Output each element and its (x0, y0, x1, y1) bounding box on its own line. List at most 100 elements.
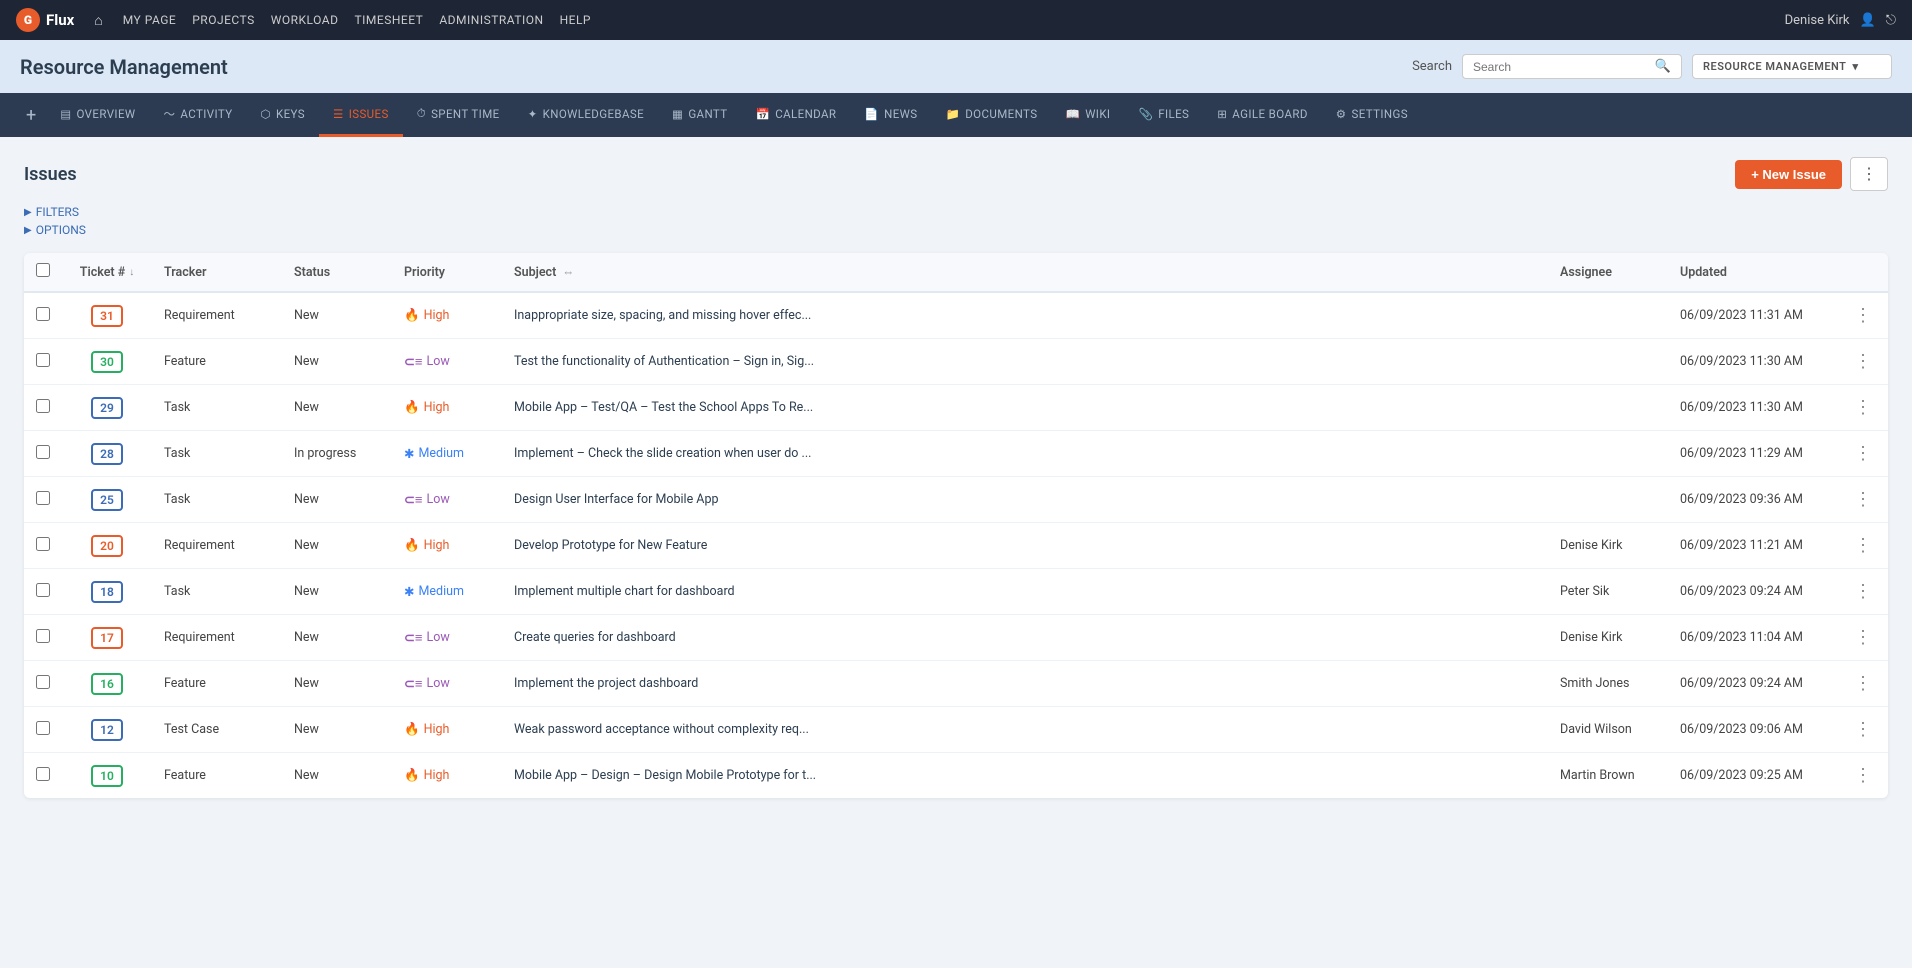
th-ticket[interactable]: Ticket # ↓ (62, 253, 152, 292)
row-subject-cell[interactable]: Design User Interface for Mobile App (502, 477, 1548, 523)
row-checkbox[interactable] (36, 537, 50, 551)
row-actions-cell[interactable]: ⋮ (1838, 523, 1888, 569)
row-actions-cell[interactable]: ⋮ (1838, 707, 1888, 753)
subnav-item-gantt[interactable]: ▦GANTT (658, 93, 741, 137)
row-checkbox[interactable] (36, 445, 50, 459)
row-checkbox-cell[interactable] (24, 615, 62, 661)
row-checkbox-cell[interactable] (24, 477, 62, 523)
row-subject-cell[interactable]: Implement the project dashboard (502, 661, 1548, 707)
subject-text[interactable]: Implement – Check the slide creation whe… (514, 446, 811, 461)
row-actions-button[interactable]: ⋮ (1850, 717, 1876, 742)
home-icon[interactable]: ⌂ (94, 12, 102, 29)
nav-link-projects[interactable]: PROJECTS (192, 13, 255, 27)
row-checkbox[interactable] (36, 307, 50, 321)
subnav-item-activity[interactable]: 〜ACTIVITY (150, 93, 247, 137)
row-actions-cell[interactable]: ⋮ (1838, 385, 1888, 431)
row-actions-cell[interactable]: ⋮ (1838, 431, 1888, 477)
row-actions-button[interactable]: ⋮ (1850, 625, 1876, 650)
row-checkbox-cell[interactable] (24, 707, 62, 753)
nav-link-my-page[interactable]: MY PAGE (123, 13, 177, 27)
row-actions-button[interactable]: ⋮ (1850, 671, 1876, 696)
row-checkbox-cell[interactable] (24, 385, 62, 431)
row-subject-cell[interactable]: Mobile App – Test/QA – Test the School A… (502, 385, 1548, 431)
row-actions-cell[interactable]: ⋮ (1838, 477, 1888, 523)
row-checkbox-cell[interactable] (24, 292, 62, 339)
row-actions-cell[interactable]: ⋮ (1838, 339, 1888, 385)
ticket-badge[interactable]: 25 (91, 489, 123, 511)
row-actions-button[interactable]: ⋮ (1850, 303, 1876, 328)
nav-link-administration[interactable]: ADMINISTRATION (439, 13, 543, 27)
row-subject-cell[interactable]: Develop Prototype for New Feature (502, 523, 1548, 569)
issues-menu-button[interactable]: ⋮ (1850, 157, 1888, 191)
row-checkbox-cell[interactable] (24, 569, 62, 615)
row-actions-cell[interactable]: ⋮ (1838, 292, 1888, 339)
subnav-item-files[interactable]: 📎FILES (1124, 93, 1203, 137)
ticket-badge[interactable]: 30 (91, 351, 123, 373)
row-subject-cell[interactable]: Weak password acceptance without complex… (502, 707, 1548, 753)
row-subject-cell[interactable]: Create queries for dashboard (502, 615, 1548, 661)
ticket-badge[interactable]: 18 (91, 581, 123, 603)
subnav-item-calendar[interactable]: 📅CALENDAR (742, 93, 851, 137)
subject-text[interactable]: Develop Prototype for New Feature (514, 538, 707, 553)
row-checkbox[interactable] (36, 583, 50, 597)
row-checkbox[interactable] (36, 629, 50, 643)
row-checkbox[interactable] (36, 491, 50, 505)
row-actions-cell[interactable]: ⋮ (1838, 753, 1888, 799)
row-actions-button[interactable]: ⋮ (1850, 441, 1876, 466)
row-actions-cell[interactable]: ⋮ (1838, 661, 1888, 707)
ticket-badge[interactable]: 29 (91, 397, 123, 419)
nav-link-timesheet[interactable]: TIMESHEET (354, 13, 423, 27)
nav-link-help[interactable]: HELP (560, 13, 591, 27)
row-actions-button[interactable]: ⋮ (1850, 579, 1876, 604)
subject-text[interactable]: Inappropriate size, spacing, and missing… (514, 308, 811, 323)
row-checkbox-cell[interactable] (24, 339, 62, 385)
subnav-item-agileboard[interactable]: ⊞AGILE BOARD (1203, 93, 1322, 137)
subject-text[interactable]: Mobile App – Test/QA – Test the School A… (514, 400, 813, 415)
subject-text[interactable]: Implement the project dashboard (514, 676, 698, 691)
row-checkbox-cell[interactable] (24, 523, 62, 569)
row-actions-button[interactable]: ⋮ (1850, 763, 1876, 788)
ticket-badge[interactable]: 20 (91, 535, 123, 557)
row-actions-button[interactable]: ⋮ (1850, 395, 1876, 420)
row-checkbox[interactable] (36, 353, 50, 367)
row-subject-cell[interactable]: Mobile App – Design – Design Mobile Prot… (502, 753, 1548, 799)
subnav-item-spenttime[interactable]: ⏱SPENT TIME (403, 93, 514, 137)
row-actions-cell[interactable]: ⋮ (1838, 615, 1888, 661)
row-subject-cell[interactable]: Implement – Check the slide creation whe… (502, 431, 1548, 477)
row-checkbox[interactable] (36, 767, 50, 781)
ticket-badge[interactable]: 28 (91, 443, 123, 465)
th-select-all[interactable] (24, 253, 62, 292)
subject-text[interactable]: Mobile App – Design – Design Mobile Prot… (514, 768, 816, 783)
ticket-badge[interactable]: 17 (91, 627, 123, 649)
subnav-item-issues[interactable]: ☰ISSUES (319, 93, 403, 137)
row-subject-cell[interactable]: Test the functionality of Authentication… (502, 339, 1548, 385)
ticket-badge[interactable]: 12 (91, 719, 123, 741)
select-all-checkbox[interactable] (36, 263, 50, 277)
logo[interactable]: G Flux (16, 8, 74, 32)
subnav-item-knowledgebase[interactable]: ✦KNOWLEDGEBASE (514, 93, 658, 137)
row-actions-button[interactable]: ⋮ (1850, 487, 1876, 512)
add-tab-button[interactable]: + (16, 93, 46, 137)
row-checkbox-cell[interactable] (24, 431, 62, 477)
subnav-item-settings[interactable]: ⚙SETTINGS (1322, 93, 1422, 137)
subject-text[interactable]: Weak password acceptance without complex… (514, 722, 809, 737)
search-input[interactable] (1473, 60, 1655, 74)
subnav-item-wiki[interactable]: 📖WIKI (1051, 93, 1124, 137)
subject-text[interactable]: Create queries for dashboard (514, 630, 676, 645)
logout-icon[interactable]: ⎋ (1886, 13, 1896, 28)
search-bar[interactable]: 🔍 (1462, 54, 1682, 79)
subject-text[interactable]: Design User Interface for Mobile App (514, 492, 719, 507)
row-checkbox-cell[interactable] (24, 661, 62, 707)
subnav-item-documents[interactable]: 📁DOCUMENTS (932, 93, 1052, 137)
subject-text[interactable]: Implement multiple chart for dashboard (514, 584, 735, 599)
row-actions-button[interactable]: ⋮ (1850, 349, 1876, 374)
row-actions-button[interactable]: ⋮ (1850, 533, 1876, 558)
new-issue-button[interactable]: + New Issue (1735, 160, 1842, 189)
resource-dropdown[interactable]: RESOURCE MANAGEMENT ▾ (1692, 54, 1892, 79)
subnav-item-keys[interactable]: ⬡KEYS (247, 93, 319, 137)
row-checkbox-cell[interactable] (24, 753, 62, 799)
row-subject-cell[interactable]: Inappropriate size, spacing, and missing… (502, 292, 1548, 339)
row-subject-cell[interactable]: Implement multiple chart for dashboard (502, 569, 1548, 615)
row-actions-cell[interactable]: ⋮ (1838, 569, 1888, 615)
nav-link-workload[interactable]: WORKLOAD (271, 13, 339, 27)
